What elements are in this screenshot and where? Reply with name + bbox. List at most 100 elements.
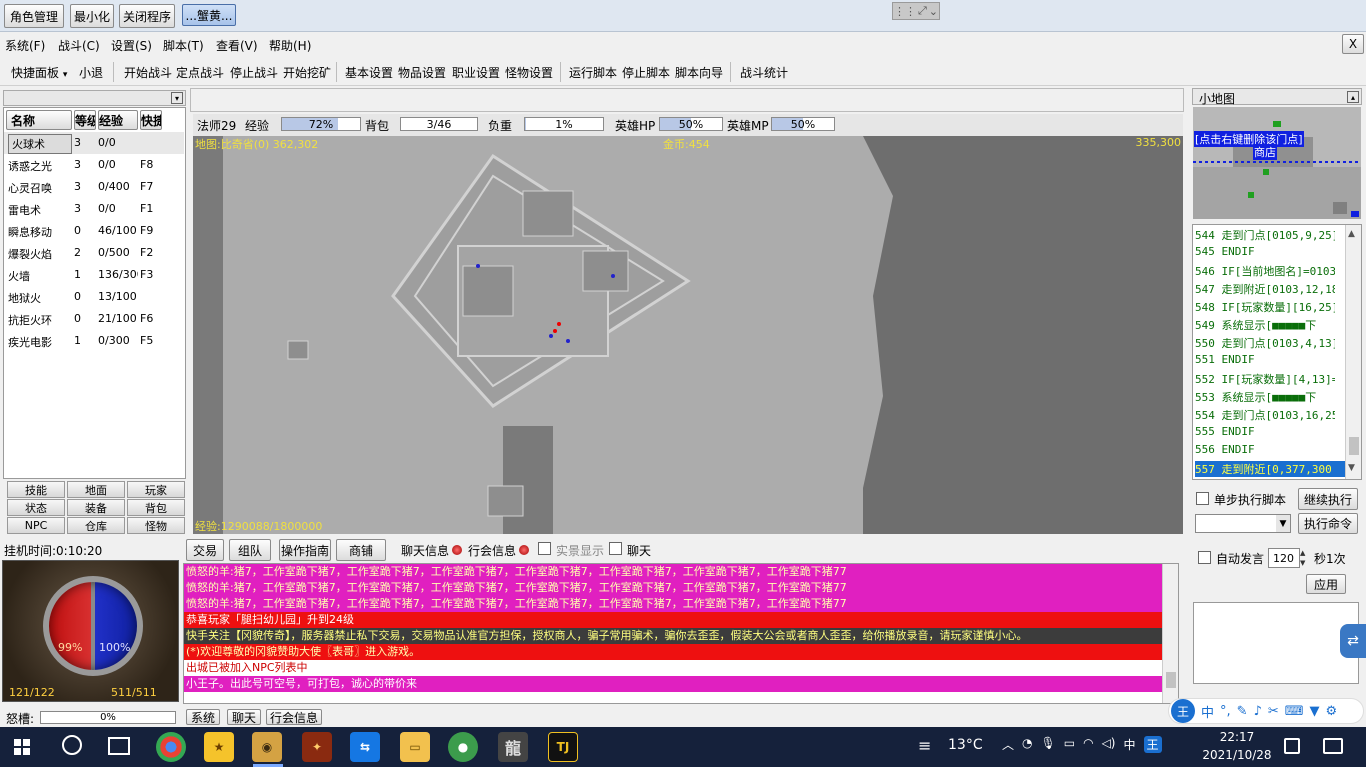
game-map-view[interactable]: 地图:比奇省(0) 362,302 金币:454 335,300 经验:1290… [193,136,1183,534]
chat-info-indicator-icon[interactable] [452,545,462,555]
script-line[interactable]: 556 ENDIF [1195,443,1335,456]
guild-info-indicator-icon[interactable] [519,545,529,555]
start-icon[interactable] [14,739,30,755]
stepper-arrows-icon[interactable]: ▲ ▼ [1300,548,1305,568]
maps-icon[interactable]: ● [448,732,478,762]
chat-scrollbar[interactable] [1162,564,1178,703]
search-icon[interactable] [62,735,82,755]
auto-speak-text[interactable] [1193,602,1359,684]
close-program-button[interactable]: 关闭程序 [119,4,175,28]
tray-qq-icon[interactable]: ◔ [1022,736,1032,753]
item-settings-button[interactable]: 物品设置 [398,64,446,81]
guide-button[interactable]: 操作指南 [279,539,331,561]
tray-expand-icon[interactable]: ︿ [1002,736,1014,753]
task-view-icon[interactable] [108,737,130,755]
script-list[interactable]: 544 走到门点[0105,9,25] 545 ENDIF 546 IF[当前地图名… [1192,224,1362,480]
start-mining-button[interactable]: 开始挖矿 [283,64,331,81]
tab-ground[interactable]: 地面 [67,481,125,498]
chat-tab-system[interactable]: 系统 [186,709,220,725]
small-exit-button[interactable]: 小退 [79,64,103,81]
tray-wifi-icon[interactable]: ◠ [1083,736,1093,753]
collapse-icon[interactable]: ▾ [171,92,183,104]
skill-row[interactable]: 地狱火 0 13/100 [4,286,184,308]
menu-help[interactable]: 帮助(H) [269,37,311,54]
script-line[interactable]: 550 走到门点[0103,4,13] [1195,335,1335,351]
col-exp[interactable]: 经验 [98,110,138,130]
continue-button[interactable]: 继续执行 [1298,488,1358,510]
script-line[interactable]: 545 ENDIF [1195,245,1335,258]
team-button[interactable]: 组队 [229,539,271,561]
interval-stepper[interactable]: 120 [1268,548,1300,568]
skill-row[interactable]: 抗拒火环 0 21/100 F6 [4,308,184,330]
ime-settings-icon[interactable]: ⚙ [1326,704,1338,719]
role-manage-button[interactable]: 角色管理 [4,4,64,28]
quick-panel-dropdown[interactable]: 快捷面板 ▾ [11,64,67,81]
ime-chinese-icon[interactable]: 中 [1201,702,1214,721]
skill-row[interactable]: 火球术 3 0/0 [4,132,184,154]
ime-voice-icon[interactable]: ♪ [1254,704,1262,719]
menu-system[interactable]: 系统(F) [5,37,45,54]
script-line[interactable]: 554 走到门点[0103,16,25] [1195,407,1335,423]
script-line[interactable]: 555 ENDIF [1195,425,1335,438]
minimize-button[interactable]: 最小化 [70,4,114,28]
tab-bag[interactable]: 背包 [127,499,185,516]
teamviewer-icon[interactable]: ⇆ [350,732,380,762]
apply-button[interactable]: 应用 [1306,574,1346,594]
account-tab-button[interactable]: ...蟹黄... [182,4,236,26]
skill-row[interactable]: 瞬息移动 0 46/100 F9 [4,220,184,242]
menu-battle[interactable]: 战斗(C) [58,37,100,54]
chat-log[interactable]: 愤怒的羊:猪7，工作室跪下猪7，工作室跪下猪7，工作室跪下猪7，工作室跪下猪7，… [183,563,1179,704]
exec-command-button[interactable]: 执行命令 [1298,513,1358,534]
chat-tab-guild[interactable]: 行会信息 [266,709,322,725]
skill-row[interactable]: 雷电术 3 0/0 F1 [4,198,184,220]
basic-settings-button[interactable]: 基本设置 [345,64,393,81]
minimap[interactable]: [点击右键删除该门点] 商店 [1193,107,1361,219]
script-line[interactable]: 553 系统显示[■■■■■下 [1195,389,1335,405]
tray-sogou-icon[interactable]: 王 [1143,736,1162,753]
skill-row[interactable]: 诱惑之光 3 0/0 F8 [4,154,184,176]
window-dock-control[interactable]: ⋮⋮ ⤢ ⌄ [892,2,940,20]
skill-row[interactable]: 火墙 1 136/300F3 [4,264,184,286]
weather-icon[interactable]: ≡ [918,736,931,755]
chat-checkbox[interactable] [609,542,622,555]
ime-logo-icon[interactable]: 王 [1171,699,1195,723]
ime-skin-icon[interactable]: ▼ [1310,704,1320,719]
script-line[interactable]: 552 IF[玩家数量][4,13]=1 [1195,371,1335,387]
col-hotkey[interactable]: 快捷 [140,110,162,130]
scroll-thumb[interactable] [1166,672,1176,688]
trade-button[interactable]: 交易 [186,539,224,561]
ime-keyboard-icon[interactable]: ⌨ [1285,704,1304,719]
monster-settings-button[interactable]: 怪物设置 [505,64,553,81]
close-window-button[interactable]: X [1342,34,1364,54]
skill-row[interactable]: 疾光电影 1 0/300 F5 [4,330,184,352]
action-center-icon[interactable] [1323,738,1343,754]
tab-status[interactable]: 状态 [7,499,65,516]
menu-settings[interactable]: 设置(S) [111,37,152,54]
script-line[interactable]: 551 ENDIF [1195,353,1335,366]
battle-stats-button[interactable]: 战斗统计 [740,64,788,81]
ime-punct-icon[interactable]: °, [1220,704,1231,719]
fixed-battle-button[interactable]: 定点战斗 [176,64,224,81]
ime-scissors-icon[interactable]: ✂ [1268,704,1279,719]
tab-warehouse[interactable]: 仓库 [67,517,125,534]
tab-npc[interactable]: NPC [7,517,65,534]
shop-button[interactable]: 商铺 [336,539,386,561]
chrome-icon[interactable] [156,732,186,762]
tray-mic-icon[interactable]: 🎙 [1041,736,1056,753]
script-wizard-button[interactable]: 脚本向导 [675,64,723,81]
stop-script-button[interactable]: 停止脚本 [622,64,670,81]
menu-view[interactable]: 查看(V) [216,37,258,54]
scroll-down-icon[interactable]: ▼ [1348,463,1355,473]
command-select[interactable]: ▼ [1195,514,1291,533]
clock-time[interactable]: 22:17 [1205,730,1269,744]
script-line[interactable]: 546 IF[当前地图名]=0103 [1195,263,1335,279]
chat-tab-chat[interactable]: 聊天 [227,709,261,725]
tj-app-icon[interactable]: TJ [548,732,578,762]
script-line[interactable]: 547 走到附近[0103,12,18] [1195,281,1335,297]
dragon-app-icon[interactable]: 龍 [498,732,528,762]
tab-players[interactable]: 玩家 [127,481,185,498]
start-battle-button[interactable]: 开始战斗 [124,64,172,81]
ime-pen-icon[interactable]: ✎ [1237,704,1248,719]
app-folder-icon[interactable]: ★ [204,732,234,762]
notes-icon[interactable] [1284,738,1300,754]
